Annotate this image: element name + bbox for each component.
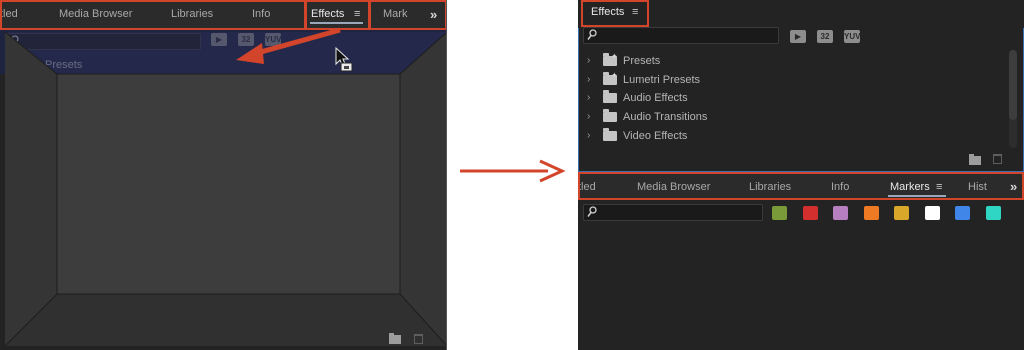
tab-overflow-highlight: [369, 0, 446, 30]
tree-item-label: Audio Effects: [45, 96, 110, 109]
preset-folder-icon: [603, 67, 618, 85]
effects-panel-before: tled Media Browser Libraries Info Effect…: [0, 0, 447, 350]
markers-panel: [578, 200, 1024, 350]
folder-icon: [603, 127, 617, 141]
tree-item-label: Video Effects: [623, 129, 688, 142]
tree-item-video-effects[interactable]: › Video Effects: [578, 127, 1008, 146]
search-icon: [587, 206, 597, 217]
chevron-right-icon[interactable]: ›: [587, 71, 590, 90]
tree-item-video-transitions[interactable]: › Video Transitions: [0, 149, 446, 168]
tree-item-label: Video Effects: [45, 133, 110, 146]
marker-color-swatch[interactable]: [863, 206, 879, 220]
marker-color-swatch[interactable]: [772, 206, 787, 220]
marker-color-swatch[interactable]: [833, 206, 848, 220]
markers-search-input[interactable]: [583, 204, 763, 221]
tree-item-lumetri-presets[interactable]: › Lumetri Presets: [0, 71, 446, 94]
chevron-right-icon[interactable]: ›: [9, 131, 12, 150]
tree-item-presets[interactable]: › Presets: [0, 52, 446, 75]
chevron-right-icon[interactable]: ›: [9, 149, 12, 168]
marker-color-swatch[interactable]: [955, 206, 970, 220]
yuv-icon[interactable]: YUV: [844, 30, 860, 43]
accelerated-effects-icon[interactable]: ▶︎: [790, 30, 806, 43]
scrollbar-thumb[interactable]: [1009, 50, 1017, 120]
folder-icon: [25, 150, 39, 164]
search-input[interactable]: [5, 33, 201, 50]
chevron-right-icon[interactable]: ›: [587, 127, 590, 146]
transition-arrow: [460, 159, 566, 183]
folder-icon: [25, 94, 39, 108]
tree-item-label: Lumetri Presets: [623, 73, 701, 86]
marker-color-swatch[interactable]: [894, 206, 909, 220]
tree-item-label: Audio Transitions: [623, 111, 708, 124]
32-bit-icon[interactable]: 32: [238, 33, 254, 46]
tree-item-label: Audio Transitions: [45, 115, 130, 128]
folder-icon: [25, 131, 39, 145]
trash-icon[interactable]: [993, 154, 1002, 164]
effects-tree: › Presets › Lumetri Presets › Audio Effe…: [578, 52, 1008, 148]
new-folder-icon[interactable]: [389, 333, 401, 344]
yuv-icon[interactable]: YUV: [265, 33, 281, 46]
tree-item-label: Presets: [623, 55, 661, 67]
folder-icon: [25, 113, 39, 127]
tree-item-video-effects[interactable]: › Video Effects: [0, 131, 446, 150]
chevron-right-icon[interactable]: ›: [9, 112, 12, 131]
chevron-right-icon[interactable]: ›: [9, 93, 12, 112]
search-input[interactable]: [583, 27, 779, 44]
tree-item-audio-transitions[interactable]: › Audio Transitions: [0, 112, 446, 131]
tree-item-label: Presets: [45, 59, 83, 71]
tab-group-highlight: [578, 172, 1024, 200]
search-icon: [587, 29, 597, 40]
tree-item-presets[interactable]: › Presets: [578, 52, 1008, 71]
chevron-right-icon[interactable]: ›: [9, 56, 12, 75]
tree-item-audio-transitions[interactable]: › Audio Transitions: [578, 108, 1008, 127]
tree-item-label: Lumetri Presets: [45, 77, 123, 90]
chevron-right-icon[interactable]: ›: [9, 75, 12, 94]
effects-panel-after: Effects ≡ ▶︎ 32 YUV › Presets › Lumetri …: [578, 0, 1024, 350]
effects-tree: › Presets › Lumetri Presets › Audio Effe…: [0, 52, 446, 168]
preset-folder-icon: [25, 71, 40, 89]
chevron-right-icon[interactable]: ›: [587, 52, 590, 71]
marker-color-swatch[interactable]: [802, 206, 818, 220]
new-folder-icon[interactable]: [969, 154, 981, 165]
32-bit-icon[interactable]: 32: [817, 30, 833, 43]
tree-item-lumetri-presets[interactable]: › Lumetri Presets: [578, 67, 1008, 90]
tree-item-label: Audio Effects: [623, 92, 688, 105]
chevron-right-icon[interactable]: ›: [587, 89, 590, 108]
scrollbar[interactable]: [1009, 50, 1017, 148]
folder-icon: [603, 90, 617, 104]
accelerated-effects-icon[interactable]: ▶︎: [211, 33, 227, 46]
preset-folder-icon: [25, 52, 40, 71]
marker-color-swatch[interactable]: [985, 206, 1001, 220]
tab-group-highlight: [0, 0, 306, 30]
trash-icon[interactable]: [414, 334, 423, 344]
effects-tab-highlight: [305, 0, 370, 30]
tree-item-audio-effects[interactable]: › Audio Effects: [578, 89, 1008, 108]
search-icon: [9, 35, 19, 46]
tree-item-label: Video Transitions: [45, 152, 130, 165]
marker-color-swatch[interactable]: [924, 206, 940, 220]
tree-item-audio-effects[interactable]: › Audio Effects: [0, 93, 446, 112]
preset-folder-icon: [603, 52, 618, 67]
effects-tab-highlight: [581, 0, 649, 27]
chevron-right-icon[interactable]: ›: [587, 108, 590, 127]
folder-icon: [603, 109, 617, 123]
